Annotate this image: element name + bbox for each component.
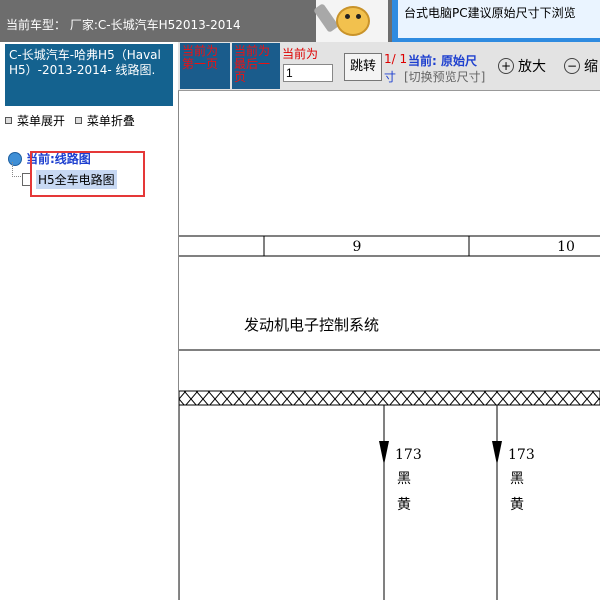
zoom-out-button[interactable]: − 缩 — [564, 56, 598, 76]
red-highlight-box — [30, 151, 145, 197]
page-count: 1/ 1 — [384, 52, 408, 66]
wire-2-color-2: 黄 — [510, 496, 524, 513]
current-size-label: 当前: 原始尺 — [408, 54, 477, 68]
wire-2-color-1: 黑 — [510, 471, 524, 487]
top-header: 当前车型： 厂家:C-长城汽车H52013-2014 台式电脑PC建议原始尺寸下… — [0, 0, 600, 42]
zoom-out-icon: − — [564, 58, 580, 74]
mascot-image — [313, 0, 388, 42]
page-number-input[interactable] — [283, 64, 333, 82]
menu-actions: 菜单展开 菜单折叠 — [5, 112, 141, 129]
switch-size-link[interactable]: [切换预览尺寸] — [404, 68, 485, 85]
notice-banner: 台式电脑PC建议原始尺寸下浏览 — [392, 0, 600, 42]
column-number-9: 9 — [353, 239, 362, 255]
zoom-in-button[interactable]: + 放大 — [498, 56, 546, 76]
sidebar-title: C-长城汽车-哈弗H5（Haval H5）-2013-2014- 线路图. — [5, 44, 173, 106]
wrench-icon — [313, 3, 339, 33]
wiring-diagram: 9 10 发动机电子控制系统 173 黑 黄 173 黑 黄 — [179, 91, 600, 600]
current-label: 当前为 — [282, 47, 319, 61]
mascot-head — [336, 6, 370, 36]
section-title: 发动机电子控制系统 — [244, 316, 379, 334]
square-icon — [5, 117, 12, 124]
wire-2-number: 173 — [508, 447, 535, 463]
toolbar: 当前为第一页 当前为最后一页 当前为 跳转 1/ 1 寸 当前: 原始尺 [切换… — [178, 42, 600, 91]
first-page-button[interactable]: 当前为第一页 — [180, 43, 230, 89]
notice-text: 台式电脑PC建议原始尺寸下浏览 — [404, 6, 576, 20]
wire-1-arrow — [379, 441, 389, 465]
jump-button[interactable]: 跳转 — [344, 53, 382, 81]
wire-1-color-1: 黑 — [397, 471, 411, 487]
last-page-button[interactable]: 当前为最后一页 — [232, 43, 280, 89]
car-model-label: 当前车型： 厂家:C-长城汽车H52013-2014 — [6, 18, 241, 32]
menu-expand-button[interactable]: 菜单展开 — [5, 112, 65, 129]
square-icon — [74, 117, 82, 124]
wire-1-number: 173 — [395, 447, 422, 463]
wire-2-arrow — [492, 441, 502, 465]
wire-1-color-2: 黄 — [397, 496, 411, 513]
zoom-in-icon: + — [498, 58, 514, 74]
connector-bar — [179, 390, 600, 406]
diagram-canvas: 9 10 发动机电子控制系统 173 黑 黄 173 黑 黄 — [179, 235, 600, 600]
menu-collapse-button[interactable]: 菜单折叠 — [74, 112, 135, 129]
sidebar: C-长城汽车-哈弗H5（Haval H5）-2013-2014- 线路图. 菜单… — [0, 42, 179, 600]
page-count-unit: 寸 — [384, 70, 397, 84]
column-number-10: 10 — [557, 239, 575, 255]
